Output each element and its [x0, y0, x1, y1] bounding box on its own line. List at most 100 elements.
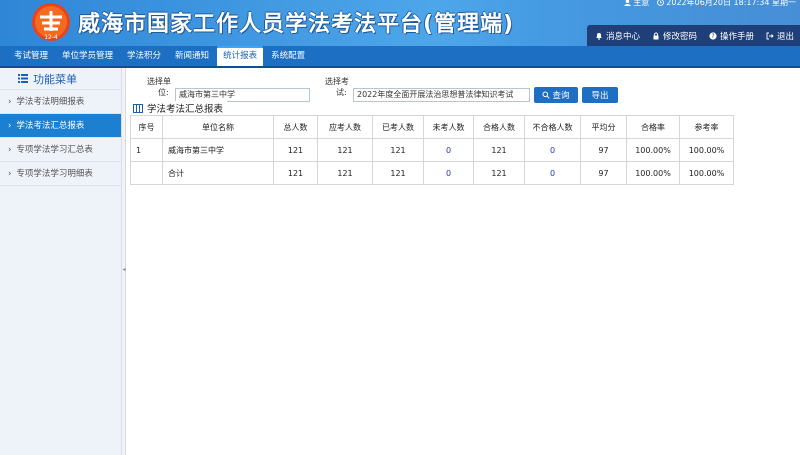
table-cell: 97: [580, 161, 627, 185]
menu-list-icon: [18, 74, 28, 83]
table-cell: 100.00%: [679, 161, 734, 185]
table-cell: 121: [273, 161, 318, 185]
table-cell: 97: [580, 138, 627, 162]
table-header-row: 序号 单位名称 总人数 应考人数 已考人数 未考人数 合格人数 不合格人数 平均…: [130, 115, 734, 139]
change-password-button[interactable]: 修改密码: [652, 30, 697, 42]
change-password-label: 修改密码: [662, 31, 697, 42]
tab-exam-management[interactable]: 考试管理: [8, 46, 54, 66]
unit-select[interactable]: 威海市第三中学: [175, 88, 310, 102]
search-icon: [542, 91, 551, 99]
table-cell: [130, 161, 163, 185]
col-header: 合格人数: [473, 115, 525, 139]
datetime-text: 2022年06月20日 18:17:34 星期一: [666, 0, 796, 7]
bell-icon: [595, 32, 602, 40]
sidebar-item-special-detail[interactable]: › 专项学法学习明细表: [0, 162, 121, 186]
untaken-count-link[interactable]: 0: [423, 161, 474, 185]
unit-label-line2: 位:: [158, 88, 169, 97]
user-icon: [624, 0, 632, 6]
logout-label: 退出: [776, 31, 794, 42]
summary-table: 序号 单位名称 总人数 应考人数 已考人数 未考人数 合格人数 不合格人数 平均…: [130, 115, 734, 185]
sidebar-item-label: 专项学法学习明细表: [16, 169, 93, 179]
datetime: 2022年06月20日 18:17:34 星期一: [657, 0, 796, 8]
main-nav: 考试管理 单位学员管理 学法积分 新闻通知 统计报表 系统配置: [0, 46, 800, 68]
failed-count-link[interactable]: 0: [524, 138, 581, 162]
report-title-text: 学法考法汇总报表: [147, 104, 224, 115]
table-cell: 威海市第三中学: [162, 138, 274, 162]
clock-icon: [657, 0, 665, 6]
export-button[interactable]: 导出: [582, 87, 618, 103]
table-cell: 121: [372, 138, 424, 162]
table-cell: 121: [473, 138, 525, 162]
sidebar-item-label: 学法考法汇总报表: [16, 121, 85, 131]
chevron-right-icon: ›: [8, 121, 12, 131]
exam-label-line1: 选择考: [325, 77, 349, 86]
export-button-label: 导出: [591, 91, 609, 101]
header-toolbar: 消息中心 修改密码 ? 操作手册 退出: [586, 25, 800, 46]
col-header: 平均分: [580, 115, 627, 139]
tab-study-points[interactable]: 学法积分: [121, 46, 167, 66]
chevron-right-icon: ›: [8, 145, 12, 155]
platform-logo-icon: 12-4: [32, 3, 70, 41]
tab-system-config[interactable]: 系统配置: [265, 46, 311, 66]
col-header: 合格率: [626, 115, 680, 139]
exam-select[interactable]: 2022年度全面开展法治思想普法律知识考试: [353, 88, 530, 102]
lock-icon: [653, 32, 659, 39]
sidebar: 功能菜单 › 学法考法明细报表 › 学法考法汇总报表 › 专项学法学习汇总表 › 专项学…: [0, 68, 122, 455]
page-title: 威海市国家工作人员学法考法平台(管理端): [78, 12, 515, 37]
main-content: 选择单 位: 威海市第三中学 选择考 试: 2022年度全面开展法治思想普法律知…: [127, 68, 800, 455]
user-info: 主意 2022年06月20日 18:17:34 星期一: [624, 0, 796, 8]
query-button-label: 查询: [552, 91, 570, 101]
col-header: 未考人数: [423, 115, 474, 139]
sidebar-item-label: 专项学法学习汇总表: [16, 145, 93, 155]
logout-button[interactable]: 退出: [766, 30, 794, 42]
tab-statistics[interactable]: 统计报表: [217, 46, 264, 66]
untaken-count-link[interactable]: 0: [423, 138, 474, 162]
table-icon: [133, 103, 143, 113]
sidebar-heading: 功能菜单: [33, 72, 77, 86]
table-row: 1 威海市第三中学 121 121 121 0 121 0 97 100.00%…: [130, 138, 734, 162]
table-cell: 121: [273, 138, 318, 162]
report-title: 学法考法汇总报表: [133, 101, 228, 115]
help-icon: ?: [709, 31, 717, 40]
table-cell: 100.00%: [626, 138, 680, 162]
sidebar-header: 功能菜单: [0, 68, 121, 90]
sidebar-item-detail-report[interactable]: › 学法考法明细报表: [0, 90, 121, 114]
table-total-row: 合计 121 121 121 0 121 0 97 100.00% 100.00…: [130, 161, 734, 185]
filter-bar: 选择单 位: 威海市第三中学 选择考 试: 2022年度全面开展法治思想普法律知…: [127, 76, 800, 103]
col-header: 参考率: [679, 115, 734, 139]
table-cell: 121: [317, 138, 373, 162]
manual-label: 操作手册: [719, 31, 754, 42]
col-header: 已考人数: [372, 115, 424, 139]
col-header: 总人数: [273, 115, 318, 139]
col-header: 单位名称: [162, 115, 274, 139]
manual-button[interactable]: ? 操作手册: [709, 30, 754, 42]
query-button[interactable]: 查询: [534, 87, 578, 103]
sidebar-item-summary-report[interactable]: › 学法考法汇总报表: [0, 114, 121, 138]
unit-label-line1: 选择单: [147, 77, 171, 86]
table-cell: 121: [317, 161, 373, 185]
failed-count-link[interactable]: 0: [524, 161, 581, 185]
tab-unit-members[interactable]: 单位学员管理: [56, 46, 119, 66]
logout-icon: [766, 32, 774, 39]
table-cell: 100.00%: [679, 138, 734, 162]
table-cell: 100.00%: [626, 161, 680, 185]
col-header: 应考人数: [317, 115, 373, 139]
sidebar-item-label: 学法考法明细报表: [16, 97, 85, 107]
chevron-right-icon: ›: [8, 169, 12, 179]
user-name: 主意: [624, 0, 649, 8]
table-cell: 合计: [162, 161, 274, 185]
exam-label-line2: 试:: [336, 88, 347, 97]
svg-text:?: ?: [711, 33, 714, 40]
message-center-label: 消息中心: [605, 31, 640, 42]
svg-text:12-4: 12-4: [44, 34, 58, 41]
sidebar-item-special-summary[interactable]: › 专项学法学习汇总表: [0, 138, 121, 162]
table-cell: 121: [372, 161, 424, 185]
collapse-arrow-icon[interactable]: ◂: [122, 266, 126, 274]
sidebar-splitter[interactable]: [122, 68, 126, 455]
chevron-right-icon: ›: [8, 97, 12, 107]
tab-news[interactable]: 新闻通知: [169, 46, 215, 66]
message-center-button[interactable]: 消息中心: [595, 30, 640, 42]
col-header: 不合格人数: [524, 115, 581, 139]
col-header: 序号: [130, 115, 163, 139]
user-name-text: 主意: [633, 0, 650, 7]
